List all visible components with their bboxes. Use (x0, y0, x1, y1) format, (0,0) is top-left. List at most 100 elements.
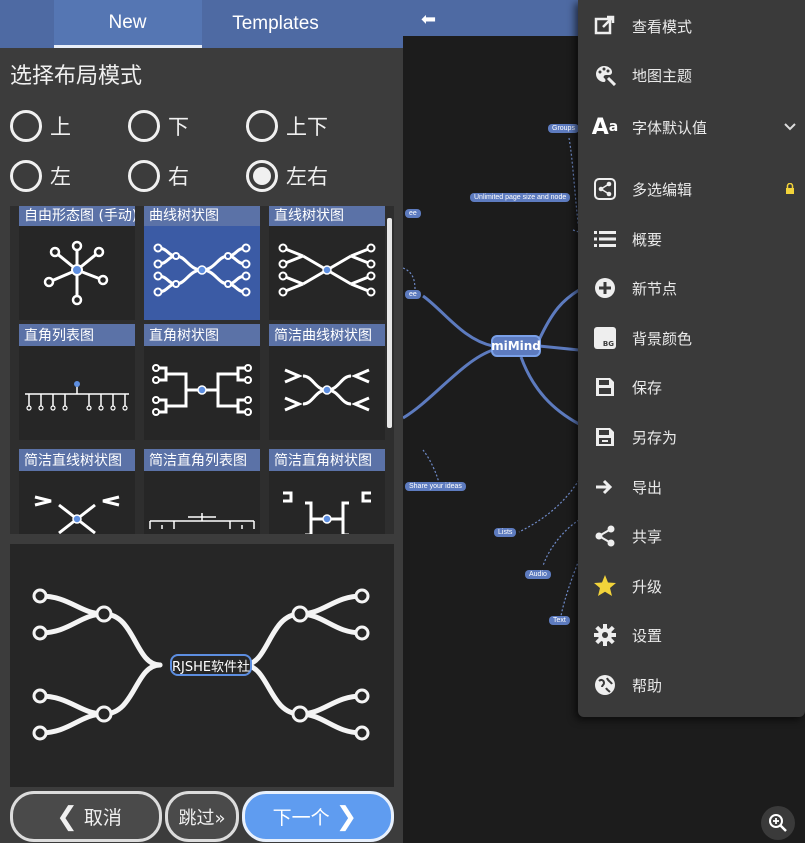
menu-item-font-defaults[interactable]: Aa 字体默认值 (578, 107, 805, 147)
layout-option-right[interactable]: 右 (128, 160, 246, 192)
template-label: 直角列表图 (19, 324, 135, 346)
mindmap-node[interactable]: Groups (548, 124, 579, 133)
options-menu: 查看模式 地图主题 Aa 字体默认值 多选编辑 概要 新节点 BG 背景颜色 保… (578, 0, 805, 717)
layout-mode-title: 选择布局模式 (10, 64, 143, 89)
menu-item-label: 设置 (632, 626, 663, 645)
view-mode-icon (578, 15, 632, 37)
save-icon (578, 377, 632, 397)
skip-button[interactable]: 跳过» (165, 791, 239, 842)
menu-item-help[interactable]: 帮助 (578, 665, 805, 705)
share-icon (578, 525, 632, 547)
template-simple-right-angle-list[interactable]: 简洁直角列表图 (144, 449, 260, 534)
template-label: 直线树状图 (269, 206, 385, 226)
menu-item-export[interactable]: 导出 (578, 467, 805, 507)
menu-item-upgrade[interactable]: 升级 (578, 566, 805, 606)
menu-item-outline[interactable]: 概要 (578, 219, 805, 259)
radio-circle-selected[interactable] (246, 160, 278, 192)
zoom-button[interactable] (761, 806, 795, 840)
template-freeform[interactable]: 自由形态图 (手动) (19, 206, 135, 320)
menu-item-share[interactable]: 共享 (578, 516, 805, 556)
mindmap-node[interactable]: ee (405, 209, 421, 218)
menu-item-background-color[interactable]: BG 背景颜色 (578, 318, 805, 358)
template-simple-curve-tree[interactable]: 简洁曲线树状图 (269, 324, 385, 440)
menu-item-view-mode[interactable]: 查看模式 (578, 6, 805, 46)
template-label: 简洁曲线树状图 (269, 324, 385, 346)
template-simple-right-angle-tree[interactable]: 简洁直角树状图 (269, 449, 385, 534)
outline-icon (578, 230, 632, 248)
template-right-angle-list[interactable]: 直角列表图 (19, 324, 135, 440)
app-root: New Templates 选择布局模式 上 下 上下 左 右 左右 自由形态图… (0, 0, 805, 843)
mindmap-node[interactable]: Lists (494, 528, 517, 537)
mindmap-node[interactable]: Unlimited page size and node (470, 193, 571, 202)
cancel-button[interactable]: ❮ 取消 (10, 791, 162, 842)
mindmap-node[interactable]: Text (549, 616, 570, 625)
menu-item-label: 地图主题 (632, 66, 693, 85)
menu-item-label: 字体默认值 (632, 118, 708, 137)
new-map-panel: New Templates 选择布局模式 上 下 上下 左 右 左右 自由形态图… (0, 0, 403, 843)
help-icon (578, 674, 632, 696)
radio-label: 右 (168, 165, 189, 189)
radio-label: 下 (168, 115, 189, 139)
layout-radio-row-1: 上 下 上下 (10, 110, 364, 142)
next-label: 下一个 (272, 807, 330, 829)
template-label: 简洁直线树状图 (19, 449, 135, 471)
template-curve-tree[interactable]: 曲线树状图 (144, 206, 260, 320)
menu-item-label: 查看模式 (632, 17, 693, 36)
settings-icon (578, 624, 632, 646)
template-simple-line-tree[interactable]: 简洁直线树状图 (19, 449, 135, 534)
line-tree-thumbnail-icon (278, 243, 376, 297)
simple-right-angle-list-thumbnail-icon (149, 513, 255, 529)
menu-item-label: 升级 (632, 577, 663, 596)
layout-option-bottom[interactable]: 下 (128, 110, 246, 142)
template-right-angle-tree[interactable]: 直角树状图 (144, 324, 260, 440)
radio-circle[interactable] (10, 110, 42, 142)
save-as-icon (578, 427, 632, 447)
template-line-tree[interactable]: 直线树状图 (269, 206, 385, 320)
layout-preview: RJSHE软件社 (10, 544, 394, 787)
menu-item-new-node[interactable]: 新节点 (578, 268, 805, 308)
right-angle-tree-thumbnail-icon (152, 364, 252, 416)
radio-circle[interactable] (246, 110, 278, 142)
curve-tree-thumbnail-icon (153, 243, 251, 297)
mindmap-node[interactable]: Audio (525, 570, 551, 579)
next-button[interactable]: 下一个 ❯ (242, 791, 394, 842)
menu-item-multi-select[interactable]: 多选编辑 (578, 169, 805, 209)
chevron-right-icon: ❯ (335, 801, 358, 832)
template-label: 自由形态图 (手动) (19, 206, 135, 226)
menu-item-save-as[interactable]: 另存为 (578, 417, 805, 457)
menu-item-save[interactable]: 保存 (578, 367, 805, 407)
menu-item-settings[interactable]: 设置 (578, 615, 805, 655)
menu-item-label: 另存为 (632, 428, 678, 447)
menu-item-label: 背景颜色 (632, 329, 693, 348)
radio-circle[interactable] (128, 160, 160, 192)
mindmap-node[interactable]: ee (405, 290, 421, 299)
mindmap-node[interactable]: Share your ideas (405, 482, 466, 491)
layout-option-top[interactable]: 上 (10, 110, 128, 142)
radio-circle[interactable] (10, 160, 42, 192)
template-grid-scrollbar[interactable] (387, 218, 392, 428)
simple-line-tree-thumbnail-icon (34, 495, 120, 534)
multi-select-icon (578, 178, 632, 200)
lock-icon (775, 183, 805, 195)
chevron-down-icon[interactable] (775, 123, 805, 131)
export-icon (578, 479, 632, 495)
bg-badge-text: BG (602, 340, 614, 348)
radio-circle[interactable] (128, 110, 160, 142)
menu-item-label: 共享 (632, 527, 663, 546)
tab-templates[interactable]: Templates (202, 0, 350, 48)
menu-item-label: 保存 (632, 378, 663, 397)
menu-item-map-theme[interactable]: 地图主题 (578, 55, 805, 95)
layout-option-left-right[interactable]: 左右 (246, 160, 364, 192)
tab-new[interactable]: New (53, 0, 202, 48)
menu-item-label: 多选编辑 (632, 180, 693, 199)
radio-label: 上下 (286, 115, 328, 139)
radio-label: 左 (50, 165, 71, 189)
font-icon: Aa (591, 114, 619, 140)
add-node-icon (578, 277, 632, 299)
zoom-in-icon (769, 814, 787, 832)
layout-option-left[interactable]: 左 (10, 160, 128, 192)
menu-item-label: 概要 (632, 230, 663, 249)
mindmap-center-node[interactable]: miMind (491, 335, 541, 357)
radio-label: 上 (50, 115, 71, 139)
layout-option-top-bottom[interactable]: 上下 (246, 110, 364, 142)
